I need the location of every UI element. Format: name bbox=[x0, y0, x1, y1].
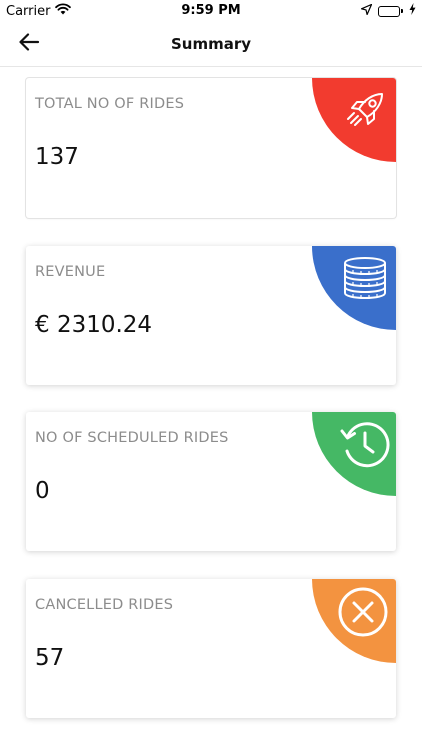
location-arrow-icon bbox=[360, 3, 373, 19]
status-time: 9:59 PM bbox=[181, 3, 241, 18]
page-title: Summary bbox=[170, 35, 252, 53]
battery-body bbox=[378, 5, 400, 17]
nav-bar: Summary bbox=[0, 22, 422, 67]
scheduled-rides-value: 0 bbox=[35, 478, 50, 504]
revenue-card[interactable]: REVENUE € 2310.24 bbox=[26, 246, 396, 385]
lightning-icon bbox=[409, 3, 416, 19]
scheduled-rides-label: NO OF SCHEDULED RIDES bbox=[35, 430, 229, 446]
status-bar: Carrier 9:59 PM bbox=[0, 0, 422, 22]
total-rides-label: TOTAL NO OF RIDES bbox=[35, 96, 185, 112]
total-rides-value: 137 bbox=[35, 144, 79, 170]
status-right bbox=[360, 3, 416, 19]
total-rides-badge bbox=[312, 78, 396, 162]
battery-tip bbox=[401, 9, 403, 13]
summary-cards: TOTAL NO OF RIDES 137 REVENUE € 2310.24 … bbox=[0, 67, 422, 750]
scheduled-rides-card[interactable]: NO OF SCHEDULED RIDES 0 bbox=[26, 412, 396, 551]
cancelled-rides-label: CANCELLED RIDES bbox=[35, 597, 174, 613]
cancelled-rides-value: 57 bbox=[35, 645, 65, 671]
cancelled-rides-badge bbox=[312, 579, 396, 663]
revenue-label: REVENUE bbox=[35, 264, 106, 280]
total-rides-card[interactable]: TOTAL NO OF RIDES 137 bbox=[26, 78, 396, 218]
revenue-value: € 2310.24 bbox=[35, 312, 153, 338]
scheduled-rides-badge bbox=[312, 412, 396, 496]
cancelled-rides-card[interactable]: CANCELLED RIDES 57 bbox=[26, 579, 396, 718]
battery-icon bbox=[378, 5, 403, 17]
revenue-badge bbox=[312, 246, 396, 330]
